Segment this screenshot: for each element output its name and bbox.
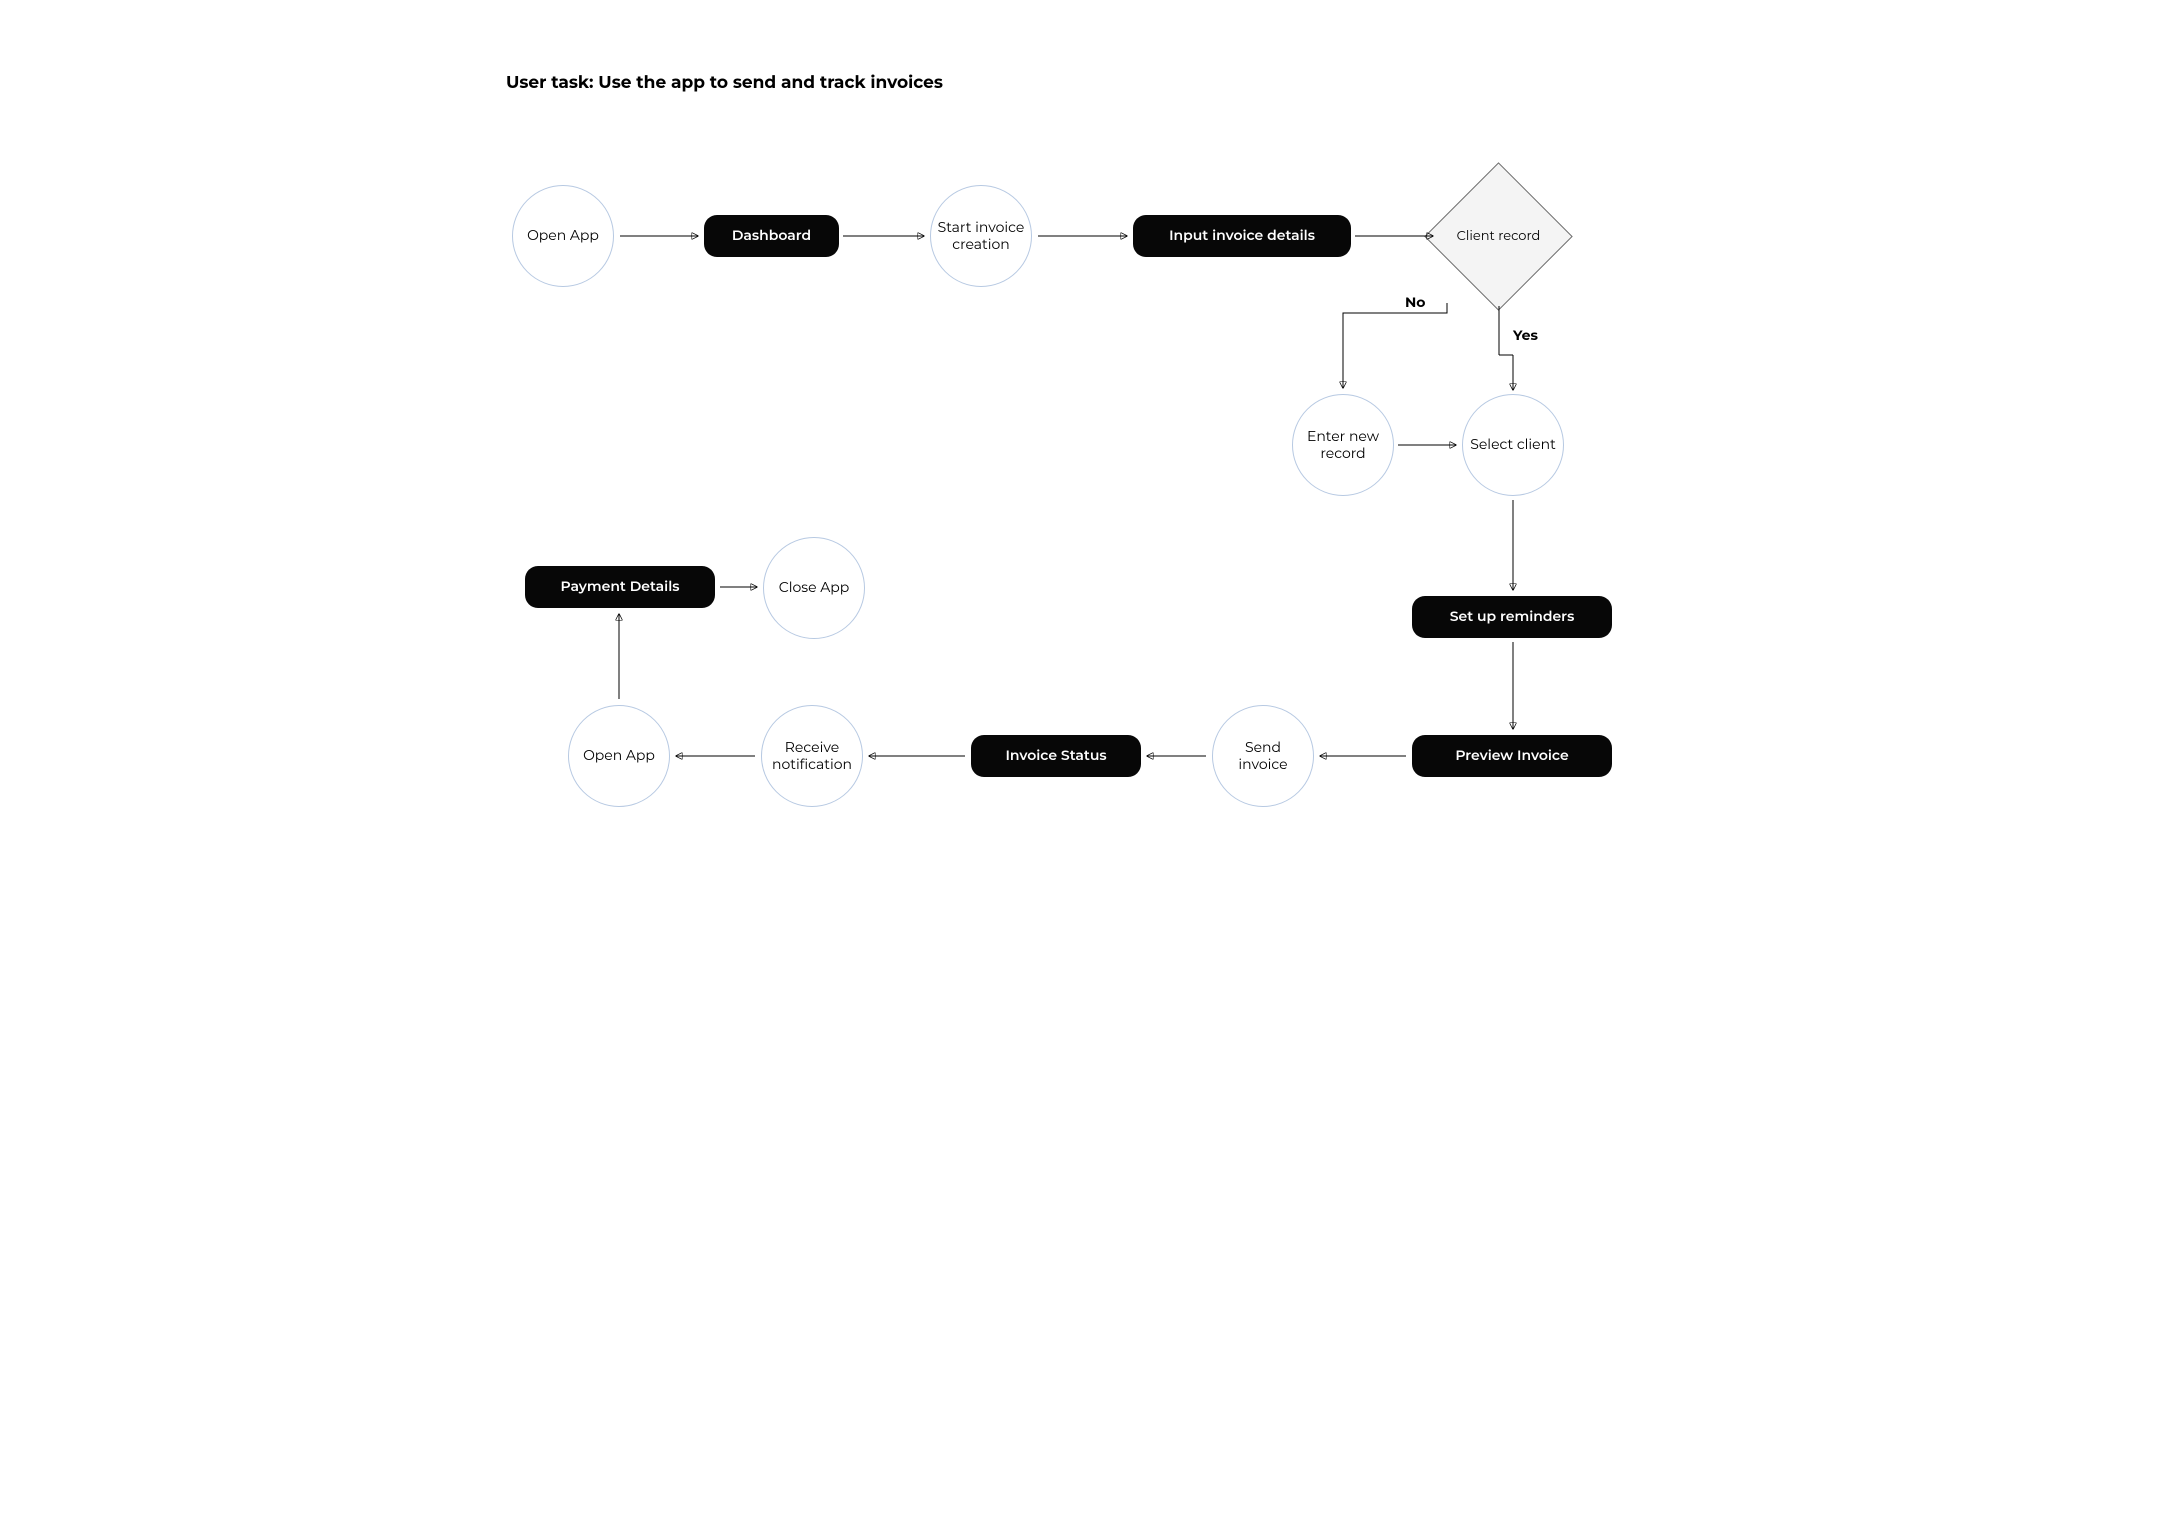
node-preview-invoice: Preview Invoice [1412, 735, 1612, 777]
node-client-record: Client record [1446, 184, 1551, 289]
node-setup-reminders: Set up reminders [1412, 596, 1612, 638]
node-receive-notification: Receive notification [761, 705, 863, 807]
node-dashboard: Dashboard [704, 215, 839, 257]
node-close-app: Close App [763, 537, 865, 639]
node-select-client: Select client [1462, 394, 1564, 496]
label-yes: Yes [1513, 326, 1538, 344]
flowchart-canvas: User task: Use the app to send and track… [440, 0, 1720, 910]
node-payment-details: Payment Details [525, 566, 715, 608]
node-send-invoice: Send invoice [1212, 705, 1314, 807]
node-start-invoice: Start invoice creation [930, 185, 1032, 287]
node-enter-new-record: Enter new record [1292, 394, 1394, 496]
node-open-app-2: Open App [568, 705, 670, 807]
node-client-record-label: Client record [1457, 228, 1541, 244]
node-open-app-1: Open App [512, 185, 614, 287]
node-input-details: Input invoice details [1133, 215, 1351, 257]
label-no: No [1405, 293, 1425, 311]
diagram-title: User task: Use the app to send and track… [506, 73, 943, 93]
node-invoice-status: Invoice Status [971, 735, 1141, 777]
